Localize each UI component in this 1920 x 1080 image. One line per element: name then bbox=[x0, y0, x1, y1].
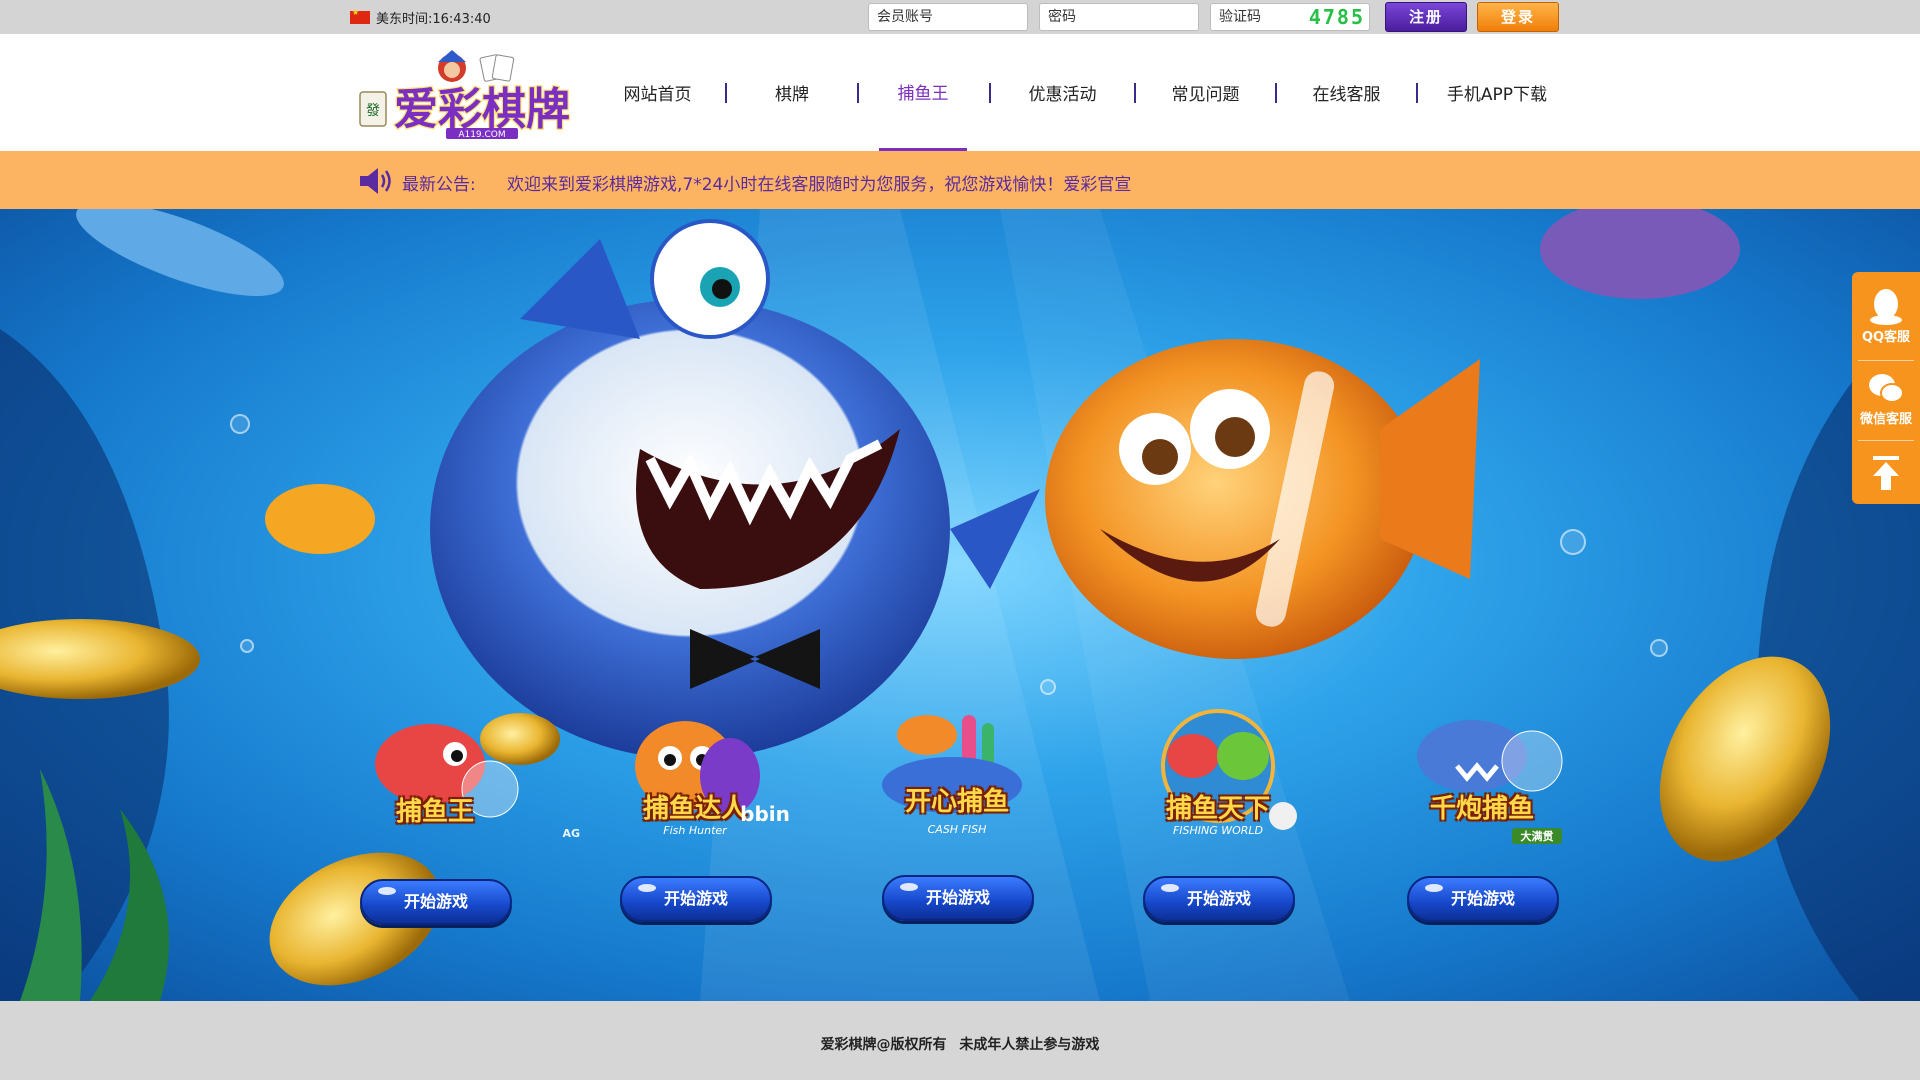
arrow-up-icon bbox=[1873, 456, 1899, 490]
wechat-support-label: 微信客服 bbox=[1859, 412, 1912, 427]
captcha-code-image[interactable]: 4785 bbox=[1309, 4, 1365, 30]
bubble bbox=[1040, 679, 1056, 695]
username-input[interactable]: 会员账号 bbox=[868, 3, 1028, 31]
eastern-time-clock: 美东时间:16:43:40 bbox=[350, 8, 491, 27]
site-header: 發 爱彩棋牌 A119.COM 网站首页 棋牌 捕鱼王 优惠活动 常见问题 在线… bbox=[0, 34, 1920, 151]
logo-domain: A119.COM bbox=[458, 130, 505, 140]
nav-chess-cards[interactable]: 棋牌 bbox=[727, 34, 857, 151]
back-to-top-button[interactable] bbox=[1852, 454, 1920, 492]
game-title: 千炮捕鱼 bbox=[1429, 794, 1534, 824]
side-divider bbox=[1858, 360, 1914, 361]
announcement-bar: 最新公告: 欢迎来到爱彩棋牌游戏,7*24小时在线客服随时为您服务，祝您游戏愉快… bbox=[0, 151, 1920, 209]
bubble bbox=[230, 414, 250, 434]
game-subtitle: FISHING WORLD bbox=[1172, 824, 1264, 837]
main-nav: 网站首页 棋牌 捕鱼王 优惠活动 常见问题 在线客服 手机APP下载 bbox=[590, 34, 1576, 151]
nav-online-support[interactable]: 在线客服 bbox=[1277, 34, 1416, 151]
floating-side-panel: QQ客服 微信客服 bbox=[1852, 272, 1920, 504]
nav-promotions[interactable]: 优惠活动 bbox=[991, 34, 1134, 151]
nav-faq[interactable]: 常见问题 bbox=[1136, 34, 1275, 151]
bubble bbox=[1650, 639, 1668, 657]
svg-text:發: 發 bbox=[366, 103, 380, 119]
provider-badge: 大满贯 bbox=[1512, 828, 1562, 844]
login-button[interactable]: 登录 bbox=[1477, 2, 1559, 32]
announcement-text: 欢迎来到爱彩棋牌游戏,7*24小时在线客服随时为您服务，祝您游戏愉快！爱彩官宣 bbox=[507, 175, 1132, 195]
bubble bbox=[1560, 529, 1586, 555]
game-subtitle: CASH FISH bbox=[927, 823, 987, 836]
clock-text: 美东时间:16:43:40 bbox=[376, 11, 491, 27]
provider-badge: bbin bbox=[740, 802, 790, 826]
start-game-button[interactable]: 开始游戏 bbox=[1143, 876, 1295, 922]
game-title: 捕鱼天下 bbox=[1165, 794, 1270, 824]
register-button[interactable]: 注册 bbox=[1385, 2, 1467, 32]
qq-penguin-icon bbox=[1870, 289, 1902, 325]
game-title: 捕鱼王 bbox=[395, 797, 474, 827]
nav-home[interactable]: 网站首页 bbox=[590, 34, 725, 151]
qq-support-label: QQ客服 bbox=[1861, 330, 1911, 345]
start-game-button[interactable]: 开始游戏 bbox=[1407, 876, 1559, 922]
top-bar: 美东时间:16:43:40 会员账号 密码 验证码 4785 注册 登录 bbox=[0, 0, 1920, 34]
captcha-input[interactable]: 验证码 4785 bbox=[1210, 3, 1370, 31]
game-title: 开心捕鱼 bbox=[904, 787, 1009, 817]
fishing-games-banner: 捕鱼王 AG 开始游戏 捕鱼达人 Fish Hunter bbin 开始游戏 开… bbox=[0, 209, 1920, 1001]
start-game-button[interactable]: 开始游戏 bbox=[620, 876, 772, 922]
wechat-icon bbox=[1869, 374, 1904, 403]
announcement-label: 最新公告: bbox=[402, 175, 476, 195]
speaker-icon bbox=[360, 168, 391, 194]
site-logo[interactable]: 發 爱彩棋牌 A119.COM bbox=[352, 48, 582, 140]
captcha-placeholder: 验证码 bbox=[1219, 9, 1261, 25]
wechat-support-button[interactable]: 微信客服 bbox=[1852, 368, 1920, 427]
china-flag-icon bbox=[350, 8, 370, 24]
start-game-button[interactable]: 开始游戏 bbox=[882, 875, 1034, 921]
copyright-text: 爱彩棋牌@版权所有 未成年人禁止参与游戏 bbox=[820, 1037, 1100, 1053]
nav-divider bbox=[857, 82, 859, 103]
site-footer: 爱彩棋牌@版权所有 未成年人禁止参与游戏 bbox=[0, 1001, 1920, 1080]
nav-app-download[interactable]: 手机APP下载 bbox=[1418, 34, 1576, 151]
side-divider bbox=[1858, 440, 1914, 441]
nav-fishing-king[interactable]: 捕鱼王 bbox=[879, 34, 967, 151]
start-game-button[interactable]: 开始游戏 bbox=[360, 879, 512, 925]
provider-badge: AG bbox=[562, 827, 580, 840]
qq-support-button[interactable]: QQ客服 bbox=[1852, 286, 1920, 345]
logo-wordmark: 爱彩棋牌 bbox=[394, 84, 570, 135]
password-input[interactable]: 密码 bbox=[1039, 3, 1199, 31]
bubble bbox=[240, 639, 254, 653]
